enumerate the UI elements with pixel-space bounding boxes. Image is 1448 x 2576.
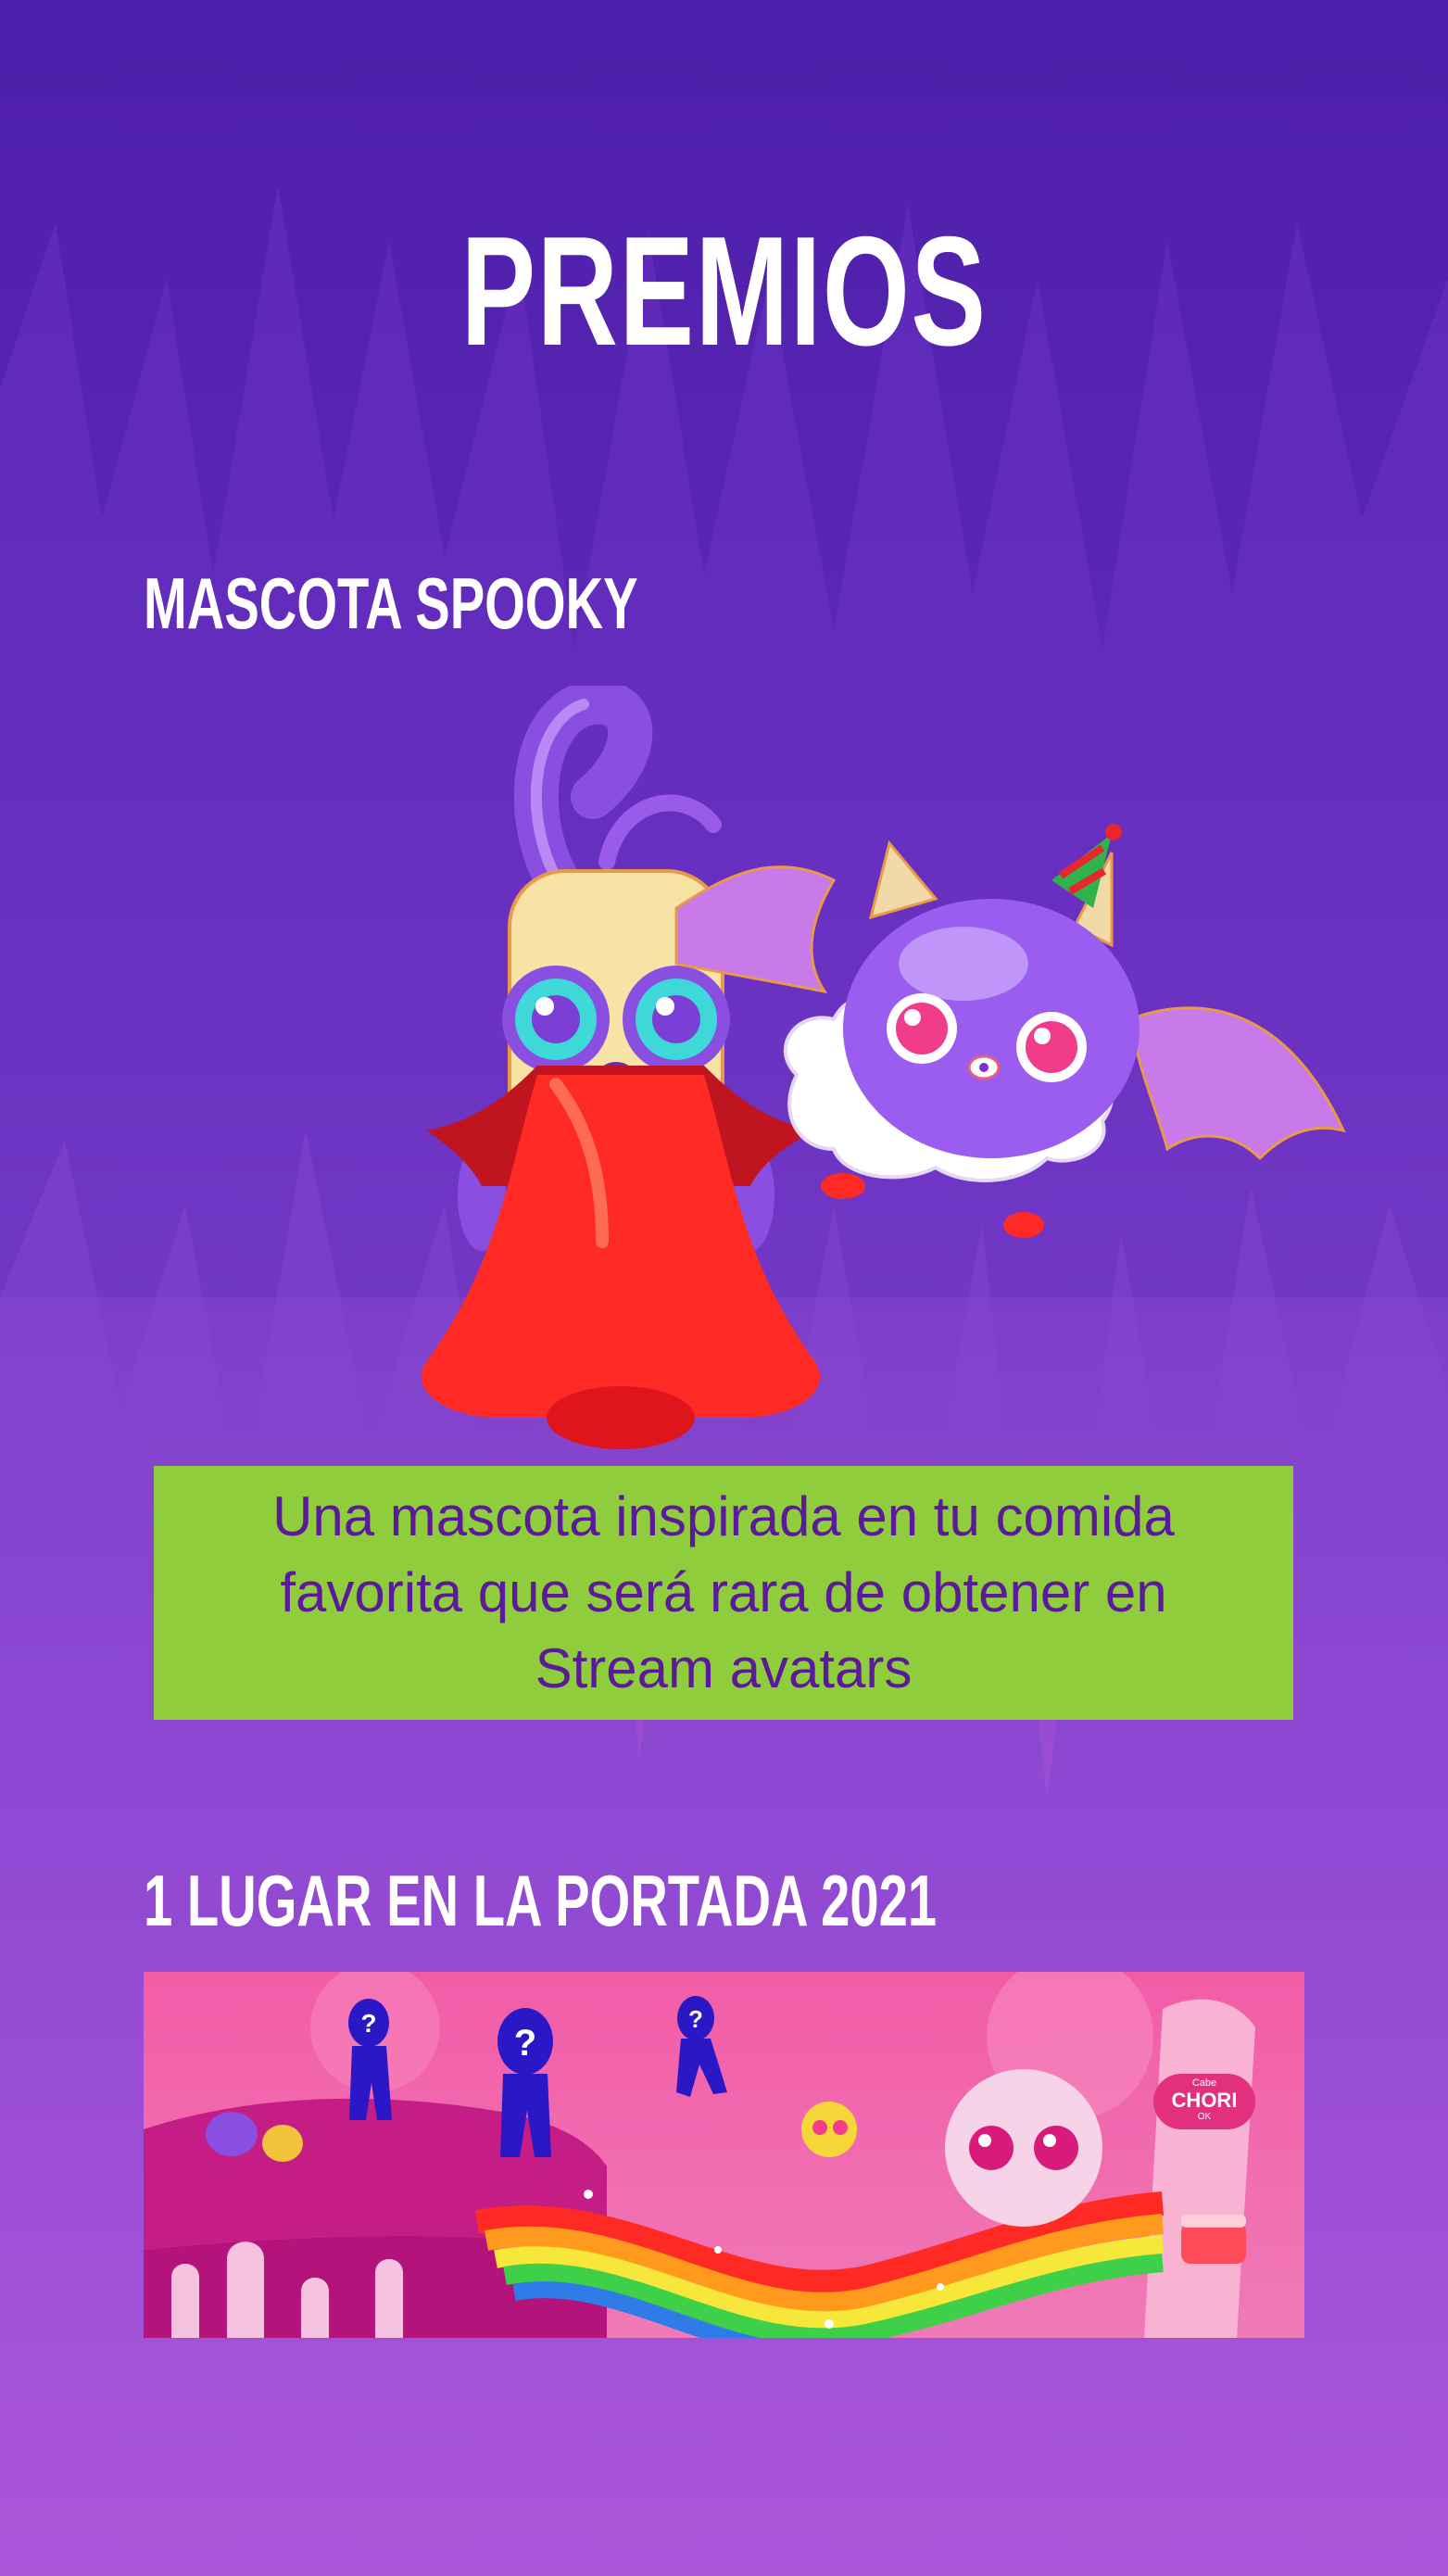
description-line: favorita que será rara de obtener en — [280, 1561, 1167, 1623]
prize-1-heading: MASCOTA SPOOKY — [144, 562, 638, 644]
banner-logo-bottom: OK — [1197, 2112, 1212, 2122]
banner-logo: Cabe CHORI OK — [1153, 2074, 1255, 2129]
prize-1-description: Una mascota inspirada en tu comida favor… — [272, 1479, 1175, 1707]
vampire-chorizo-mascot-icon — [421, 686, 821, 1449]
banner-logo-main: CHORI — [1171, 2089, 1238, 2112]
description-line: Stream avatars — [535, 1637, 913, 1699]
mascot-illustration — [421, 686, 1346, 1449]
prize-1-description-box: Una mascota inspirada en tu comida favor… — [154, 1466, 1293, 1720]
cover-banner: ? ? ? Cabe CHORI OK — [144, 1972, 1304, 2338]
bat-jelly-mascot-icon — [674, 824, 1346, 1238]
prize-2-heading: 1 LUGAR EN LA PORTADA 2021 — [144, 1860, 938, 1941]
svg-text:?: ? — [360, 2009, 376, 2038]
svg-text:?: ? — [688, 2005, 703, 2033]
description-line: Una mascota inspirada en tu comida — [272, 1485, 1175, 1547]
banner-logo-top: Cabe — [1191, 2077, 1217, 2089]
page-title: PREMIOS — [460, 204, 988, 378]
svg-text:?: ? — [514, 2023, 536, 2064]
